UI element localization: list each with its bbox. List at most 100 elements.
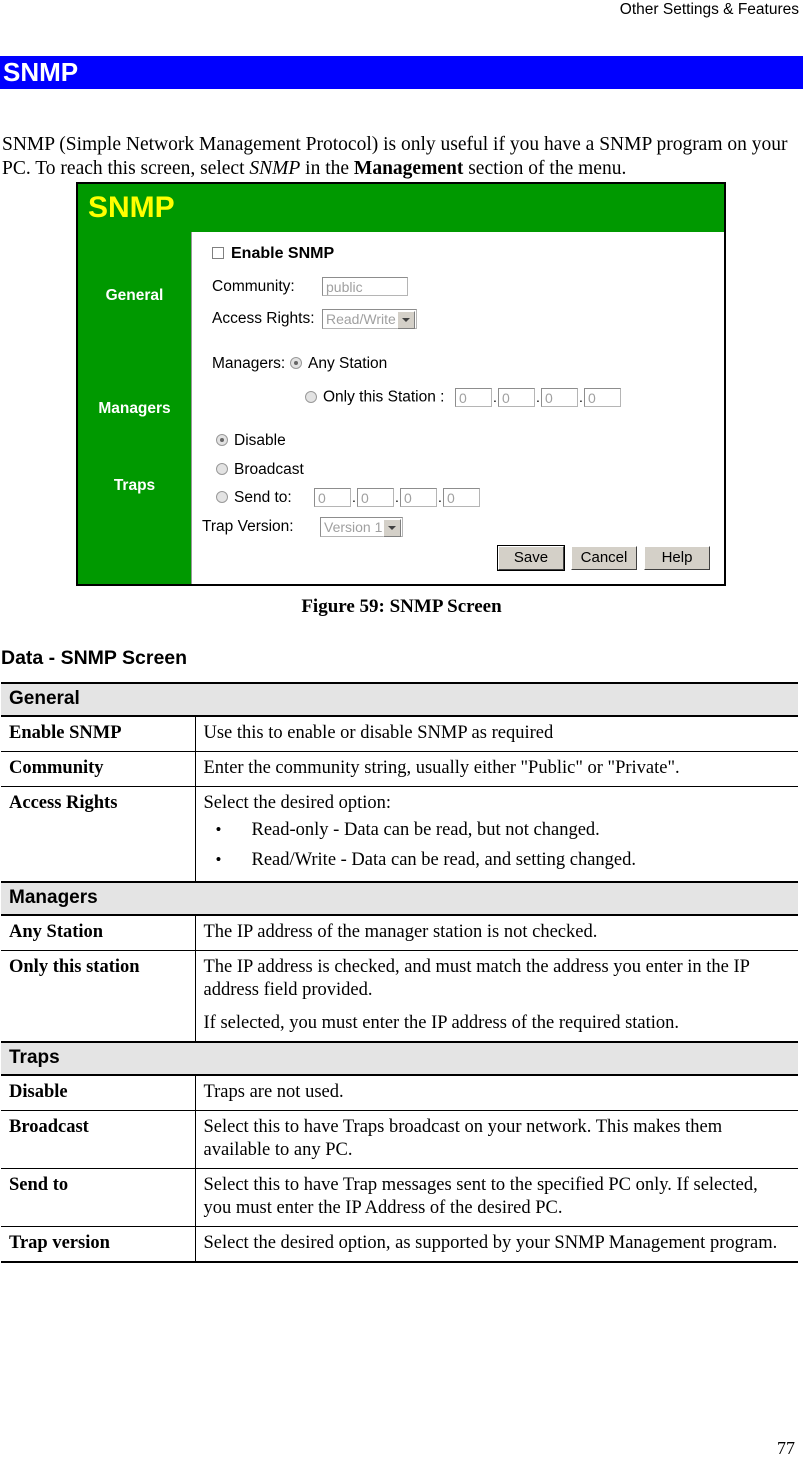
description-text: Select this to have Traps broadcast on y… [203,1117,723,1160]
description-text: Use this to enable or disable SNMP as re… [203,723,554,743]
description-text: Select the desired option: [203,793,392,813]
traps-disable-label: Disable [234,432,286,449]
section-banner-snmp: SNMP [0,56,803,89]
description-text: Traps are not used. [203,1082,344,1102]
enable-snmp-label: Enable SNMP [231,245,335,262]
table-group-label: General [1,682,798,717]
table-row-key: Any Station [1,915,196,951]
table-row: Trap version Select the desired option, a… [1,1226,798,1262]
trap-ip-octet-3[interactable]: 0 [400,488,437,507]
save-button[interactable]: Save [497,545,565,571]
manager-ip-octet-2[interactable]: 0 [497,388,535,407]
table-bottom-rule [1,1261,798,1263]
trap-version-row: Trap Version: Version 1 [202,517,404,537]
table-row-description: Traps are not used. [195,1075,798,1111]
cancel-button[interactable]: Cancel [571,546,637,570]
help-button[interactable]: Help [644,546,710,570]
table-row-key: Trap version [1,1226,196,1261]
table-row-description: The IP address of the manager station is… [195,915,798,951]
intro-italic-snmp: SNMP [249,157,301,179]
sidebar-item-traps[interactable]: Traps [78,477,191,495]
managers-only-station-radio[interactable] [305,390,317,403]
description-text-2: If selected, you must enter the IP addre… [203,1013,680,1033]
figure-caption: Figure 59: SNMP Screen [301,596,502,617]
traps-disable-radio[interactable] [216,434,228,446]
traps-send-to-radio[interactable] [216,490,228,503]
table-group-header: General [1,682,798,717]
trap-ip-octet-2[interactable]: 0 [357,488,394,507]
description-text: Enter the community string, usually eith… [203,758,680,778]
data-table: General Enable SNMP Use this to enable or … [1,682,798,1261]
table-row-description: Select the desired option, as supported … [195,1227,798,1262]
managers-any-station-label: Any Station [308,355,388,372]
enable-snmp-checkbox[interactable] [212,247,224,259]
chevron-down-icon [388,526,397,530]
table-row-description: The IP address is checked, and must matc… [195,951,798,1043]
table-row-description: Select the desired option:Read-only - Da… [195,787,798,883]
table-group-header: Traps [1,1041,798,1076]
intro-bold-management: Management [353,157,464,179]
table-row: Access RightsSelect the desired option:R… [1,786,798,883]
table-row: Broadcast Select this to have Traps broad… [1,1110,798,1169]
manager-ip-octet-4[interactable]: 0 [583,388,621,407]
data-section-heading: Data - SNMP Screen [1,647,188,669]
table-row-key: Broadcast [1,1110,196,1169]
traps-broadcast-radio[interactable] [216,463,228,475]
table-row-key: Only this station [1,950,196,1042]
screen-sidebar: General Managers Traps [78,232,191,584]
manager-ip-octet-1[interactable]: 0 [454,388,492,407]
trap-version-select[interactable]: Version 1 [320,517,404,537]
manager-ip-octet-3[interactable]: 0 [540,388,578,407]
chevron-down-icon [401,318,410,322]
managers-only-station-label: Only this Station : [323,388,445,406]
community-label: Community: [212,277,295,295]
table-group-label: Traps [1,1041,798,1076]
sidebar-item-general[interactable]: General [78,287,191,305]
access-rights-select[interactable]: Read/Write [322,309,417,329]
table-row-key: Community [1,751,196,787]
description-text: Select this to have Trap messages sent t… [203,1175,758,1218]
access-rights-label: Access Rights: [212,310,315,328]
managers-only-station-row: Only this Station : 0.0.0.0 [305,388,621,407]
intro-text-2: in the [300,157,354,179]
traps-broadcast-row: Broadcast [216,461,304,479]
screen-title: SNMP [78,184,724,232]
description-text: Select the desired option, as supported … [203,1233,778,1253]
intro-paragraph: SNMP (Simple Network Management Protocol… [2,133,792,181]
sidebar-item-managers[interactable]: Managers [78,400,191,418]
table-row-key: Enable SNMP [1,716,196,752]
community-row: Community: public [212,277,408,296]
managers-any-station-radio[interactable] [290,357,302,369]
screen-body: Enable SNMP Community: public Access Righ… [191,232,724,584]
community-input[interactable]: public [322,277,408,296]
page-number: 77 [777,1438,795,1458]
description-bullet-item: Read-only - Data can be read, but not ch… [204,815,791,845]
table-row-key: Disable [1,1075,196,1111]
table-row: Enable SNMP Use this to enable or disable… [1,716,798,752]
traps-disable-row: Disable [216,432,286,450]
screen-button-bar: Save Cancel Help [491,545,710,571]
table-row-key: Access Rights [1,786,196,882]
trap-ip-octet-1[interactable]: 0 [314,488,351,507]
description-text: The IP address of the manager station is… [203,922,598,942]
managers-row: Managers: Any Station [212,355,387,373]
table-row-description: Select this to have Trap messages sent t… [195,1168,798,1227]
table-row: Community Enter the community string, usu… [1,751,798,787]
managers-label: Managers: [212,355,286,372]
table-row: Any Station The IP address of the manager… [1,915,798,951]
trap-ip-octet-4[interactable]: 0 [443,488,480,507]
table-row-description: Select this to have Traps broadcast on y… [195,1110,798,1169]
enable-snmp-row: Enable SNMP [212,245,334,263]
trap-version-label: Trap Version: [202,518,294,536]
traps-send-to-label: Send to: [234,488,292,506]
trap-version-value: Version 1 [324,519,383,535]
traps-broadcast-label: Broadcast [234,461,304,478]
table-row: Send to Select this to have Trap messages… [1,1168,798,1227]
table-group-header: Managers [1,881,798,916]
table-row-key: Send to [1,1168,196,1227]
description-text: The IP address is checked, and must matc… [203,957,750,1000]
description-bullet-item: Read/Write - Data can be read, and setti… [204,845,791,875]
description-bullet-list: Read-only - Data can be read, but not ch… [204,815,791,875]
table-row-description: Enter the community string, usually eith… [195,751,798,787]
table-row: Only this station The IP address is check… [1,950,798,1043]
